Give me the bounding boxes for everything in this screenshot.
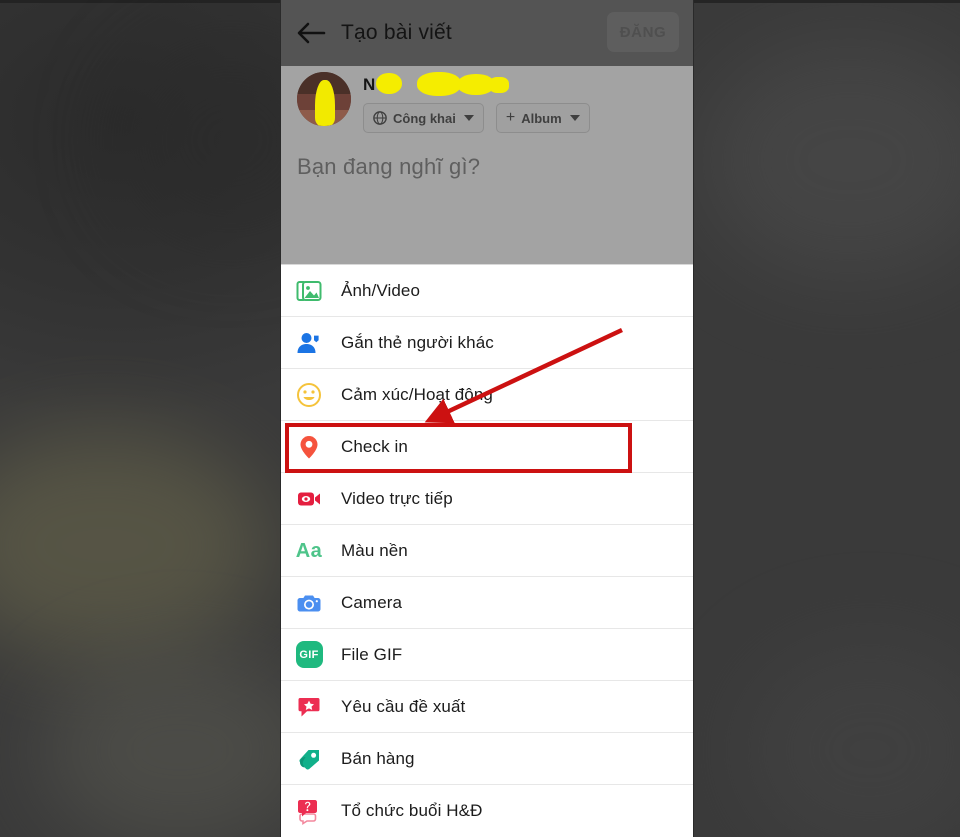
menu-item-label: File GIF — [341, 644, 403, 664]
avatar-redaction-mark — [315, 79, 335, 126]
background-color-icon: Aa — [294, 536, 324, 566]
back-arrow-icon[interactable] — [295, 17, 327, 49]
aa-glyph: Aa — [295, 539, 323, 562]
app-header: Tạo bài viết ĐĂNG — [281, 0, 693, 66]
live-video-icon — [294, 484, 324, 514]
privacy-label: Công khai — [393, 110, 456, 126]
menu-item-camera[interactable]: Camera — [281, 577, 693, 629]
menu-item-label: Gắn thẻ người khác — [341, 332, 494, 352]
username-redaction-mark — [489, 77, 509, 93]
phone-screen: Tạo bài viết ĐĂNG N N — [280, 0, 694, 837]
feeling-activity-icon — [294, 380, 324, 410]
album-selector[interactable]: + Album — [495, 103, 590, 133]
location-pin-icon — [294, 432, 324, 462]
composer-identity: N N Công khai — [281, 66, 693, 138]
background-blob — [700, 40, 960, 280]
menu-item-host-event[interactable]: Tổ chức buổi H&Đ — [281, 785, 693, 837]
menu-item-tag-people[interactable]: Gắn thẻ người khác — [281, 317, 693, 369]
menu-item-label: Check in — [341, 436, 408, 456]
menu-item-label: Tổ chức buổi H&Đ — [341, 801, 483, 820]
dimmed-composer-area: Tạo bài viết ĐĂNG N N — [281, 0, 693, 264]
tag-people-icon — [294, 328, 324, 358]
plus-icon: + — [505, 109, 516, 126]
post-button[interactable]: ĐĂNG — [607, 12, 679, 52]
recommendation-request-icon — [294, 692, 324, 722]
menu-item-background-color[interactable]: Aa Màu nền — [281, 525, 693, 577]
username-redaction-mark — [376, 73, 402, 94]
menu-item-check-in[interactable]: Check in — [281, 421, 693, 473]
menu-item-label: Camera — [341, 592, 403, 612]
menu-item-gif-file[interactable]: GIF File GIF — [281, 629, 693, 681]
globe-icon — [373, 111, 387, 125]
background-blob — [0, 430, 270, 660]
menu-item-label: Yêu cầu đề xuất — [341, 696, 466, 716]
identity-details: N N Công khai — [363, 72, 677, 138]
photo-video-icon — [294, 276, 324, 306]
composer-chips: Công khai + Album — [363, 103, 677, 133]
menu-item-label: Cảm xúc/Hoạt động — [341, 384, 493, 404]
album-label: Album — [521, 110, 562, 126]
username-row: N N — [363, 72, 677, 98]
username-redaction-mark — [417, 72, 461, 96]
menu-item-label: Màu nền — [341, 540, 408, 560]
chevron-down-icon — [463, 115, 474, 121]
camera-icon — [294, 588, 324, 618]
menu-item-recommendation-request[interactable]: Yêu cầu đề xuất — [281, 681, 693, 733]
sell-tag-icon — [294, 744, 324, 774]
menu-item-sell[interactable]: Bán hàng — [281, 733, 693, 785]
screenshot-stage: Tạo bài viết ĐĂNG N N — [0, 0, 960, 837]
avatar[interactable] — [297, 72, 351, 126]
menu-item-label: Video trực tiếp — [341, 488, 453, 508]
menu-item-label: Bán hàng — [341, 748, 415, 768]
composer-placeholder: Bạn đang nghĩ gì? — [297, 154, 481, 179]
host-event-icon — [294, 796, 324, 826]
gif-icon: GIF — [294, 640, 324, 670]
background-blob — [40, 650, 320, 837]
menu-item-feeling-activity[interactable]: Cảm xúc/Hoạt động — [281, 369, 693, 421]
menu-item-label: Ảnh/Video — [341, 280, 421, 300]
menu-item-photo-video[interactable]: Ảnh/Video — [281, 265, 693, 317]
gif-badge: GIF — [295, 641, 323, 668]
action-sheet: Ảnh/Video Gắn thẻ người khác Cảm xúc/Hoạ… — [281, 264, 693, 837]
composer-input-area[interactable]: Bạn đang nghĩ gì? — [281, 138, 693, 180]
page-title: Tạo bài viết — [341, 21, 452, 44]
privacy-selector[interactable]: Công khai — [363, 103, 484, 133]
chevron-down-icon — [569, 115, 580, 121]
background-blob — [740, 640, 960, 837]
menu-item-live-video[interactable]: Video trực tiếp — [281, 473, 693, 525]
